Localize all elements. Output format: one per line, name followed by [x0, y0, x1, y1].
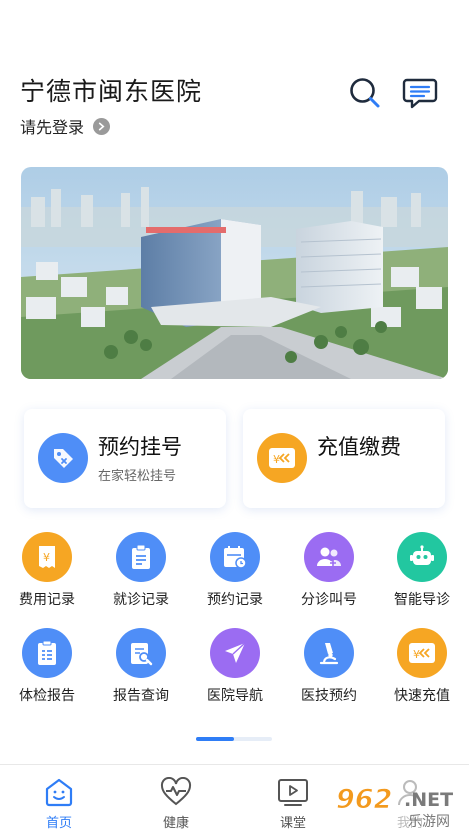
navigation-icon: [210, 628, 260, 678]
people-icon: [304, 532, 354, 582]
robot-icon: [397, 532, 447, 582]
grid-item-appointment-records[interactable]: 预约记录: [188, 532, 282, 609]
tab-classroom[interactable]: 课堂: [246, 765, 340, 833]
svg-text:962: 962: [336, 784, 392, 815]
hospital-banner-image[interactable]: [21, 167, 448, 379]
search-icon[interactable]: [348, 76, 382, 110]
grid-item-checkup-report[interactable]: 体检报告: [0, 628, 94, 705]
calendar-icon: [210, 532, 260, 582]
site-watermark-logo: 962 .NET 乐游网: [330, 776, 466, 832]
svg-text:¥: ¥: [273, 453, 280, 466]
svg-text:¥: ¥: [43, 551, 50, 564]
grid-label: 快速充值: [394, 688, 450, 704]
svg-text:乐游网: 乐游网: [408, 814, 450, 830]
grid-label: 就诊记录: [113, 592, 169, 608]
video-icon: [276, 775, 310, 809]
home-icon: [42, 775, 76, 809]
appointment-card[interactable]: 预约挂号 在家轻松挂号: [24, 409, 226, 508]
grid-label: 医院导航: [207, 688, 263, 704]
card-title: 预约挂号: [98, 435, 182, 459]
grid-item-hospital-navigation[interactable]: 医院导航: [188, 628, 282, 705]
receipt-icon: ¥: [22, 532, 72, 582]
tab-label: 首页: [45, 816, 72, 831]
tab-health[interactable]: 健康: [129, 765, 223, 833]
hospital-title: 宁德市闽东医院: [20, 77, 203, 106]
page-indicator-active: [196, 737, 234, 741]
card-title: 充值缴费: [317, 435, 401, 459]
grid-label: 预约记录: [207, 592, 263, 608]
grid-item-fee-records[interactable]: ¥ 费用记录: [0, 532, 94, 609]
clipboard-icon: [116, 532, 166, 582]
message-icon[interactable]: [402, 76, 438, 110]
yuan-card-icon: ¥: [257, 433, 307, 483]
grid-item-medical-tech-appointment[interactable]: 医技预约: [282, 628, 376, 705]
report-search-icon: [116, 628, 166, 678]
grid-label: 智能导诊: [394, 592, 450, 608]
card-subtitle: 在家轻松挂号: [98, 469, 177, 484]
login-label: 请先登录: [20, 118, 85, 137]
yuan-card-icon: ¥: [397, 628, 447, 678]
svg-text:¥: ¥: [413, 648, 420, 661]
heart-pulse-icon: [159, 775, 193, 809]
grid-item-visit-records[interactable]: 就诊记录: [94, 532, 188, 609]
chevron-right-icon: [93, 117, 111, 135]
grid-page-indicator: [196, 737, 272, 741]
grid-label: 费用记录: [19, 592, 75, 608]
header: 宁德市闽东医院 请先登录: [0, 0, 469, 150]
report-icon: [22, 628, 72, 678]
login-link[interactable]: 请先登录: [20, 114, 111, 138]
grid-item-report-query[interactable]: 报告查询: [94, 628, 188, 705]
grid-label: 医技预约: [301, 688, 357, 704]
grid-item-quick-recharge[interactable]: ¥ 快速充值: [375, 628, 469, 705]
tab-home[interactable]: 首页: [12, 765, 106, 833]
grid-label: 报告查询: [113, 688, 169, 704]
svg-text:.NET: .NET: [404, 789, 453, 811]
grid-item-triage-queue[interactable]: 分诊叫号: [282, 532, 376, 609]
recharge-payment-card[interactable]: ¥ 充值缴费: [243, 409, 445, 508]
microscope-icon: [304, 628, 354, 678]
tab-label: 课堂: [279, 816, 306, 831]
grid-label: 体检报告: [19, 688, 75, 704]
grid-item-smart-guide[interactable]: 智能导诊: [375, 532, 469, 609]
tag-icon: [38, 433, 88, 483]
hospital-illustration: [21, 167, 448, 379]
tab-label: 健康: [162, 816, 189, 831]
grid-label: 分诊叫号: [301, 592, 357, 608]
